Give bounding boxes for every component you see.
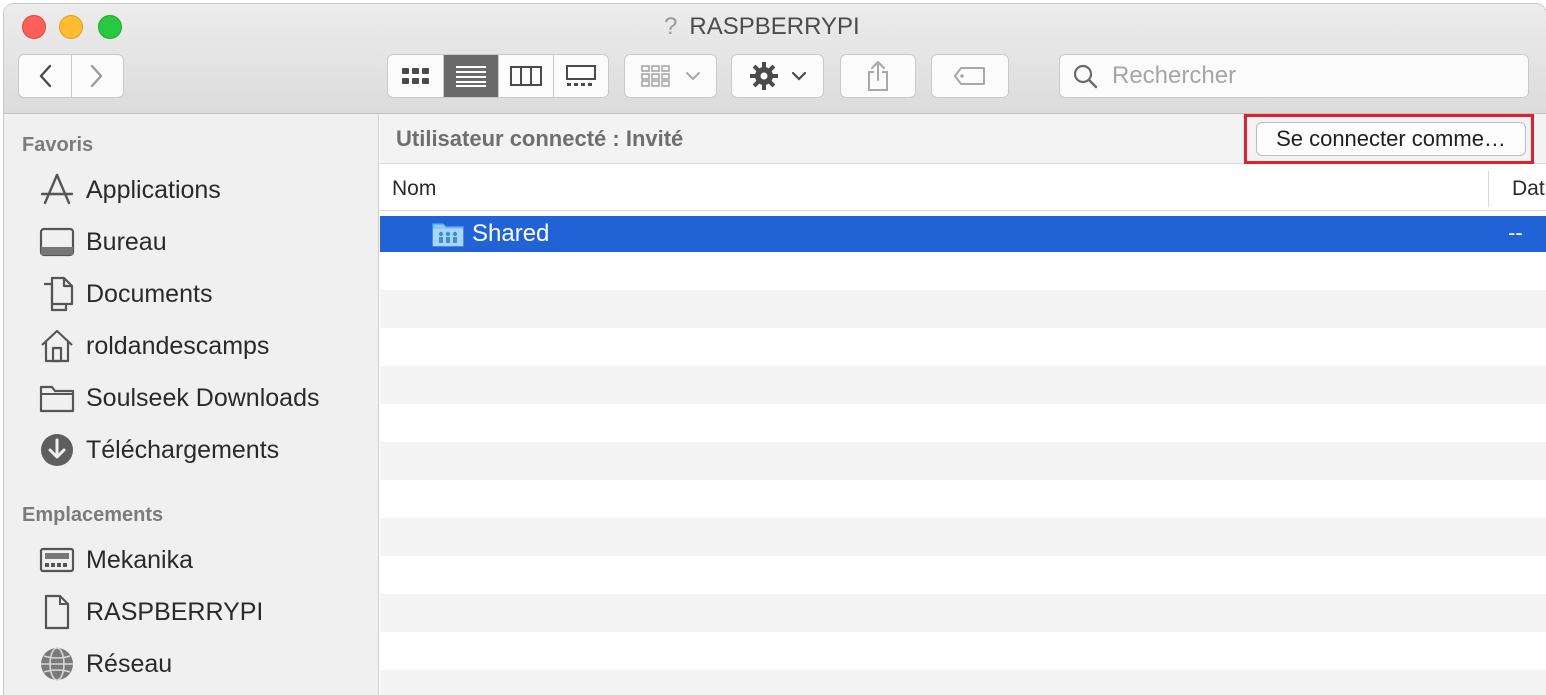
file-row-shared[interactable]: Shared -- [380, 216, 1546, 252]
chevron-down-icon [791, 71, 806, 81]
unknown-server-icon: ? [664, 13, 678, 40]
network-icon [38, 645, 76, 683]
search-field[interactable] [1059, 54, 1529, 98]
column-view-button[interactable] [498, 55, 553, 97]
view-mode-segmented-control [387, 54, 609, 98]
file-date: -- [1508, 220, 1523, 245]
gallery-view-icon [566, 65, 596, 86]
share-button[interactable] [840, 54, 916, 98]
folder-icon [38, 379, 76, 417]
navigation-buttons [18, 54, 124, 98]
empty-row [380, 670, 1546, 695]
titlebar: ? RASPBERRYPI [4, 4, 1546, 114]
sidebar: Favoris Applications Bureau Documents ro… [4, 114, 379, 695]
file-browser: Utilisateur connecté : Invité Se connect… [380, 114, 1546, 695]
applications-icon [38, 171, 76, 209]
empty-row [380, 518, 1546, 556]
window-title: ? RASPBERRYPI [664, 12, 860, 42]
icon-view-button[interactable] [388, 55, 443, 97]
desktop-icon [38, 223, 76, 261]
sidebar-item-documents[interactable]: Documents [38, 274, 368, 314]
gallery-view-button[interactable] [553, 55, 608, 97]
computer-icon [38, 541, 76, 579]
sidebar-item-home[interactable]: roldandescamps [38, 326, 368, 366]
sidebar-header-locations: Emplacements [22, 504, 164, 526]
sidebar-item-soulseek-downloads[interactable]: Soulseek Downloads [38, 378, 368, 418]
tag-button[interactable] [931, 54, 1009, 98]
back-button[interactable] [19, 55, 71, 97]
group-by-button[interactable] [624, 54, 717, 98]
share-icon [868, 61, 888, 91]
zoom-window-button[interactable] [98, 15, 122, 39]
sidebar-item-label: roldandescamps [86, 331, 270, 360]
chevron-right-icon [91, 64, 103, 88]
empty-row [380, 328, 1546, 366]
sidebar-header-favorites: Favoris [22, 134, 94, 156]
empty-row [380, 252, 1546, 290]
search-icon [1073, 64, 1098, 89]
file-name: Shared [472, 220, 550, 247]
home-icon [38, 327, 76, 365]
empty-row [380, 594, 1546, 632]
column-header-date[interactable]: Dat [1512, 177, 1545, 201]
shared-folder-icon [432, 221, 464, 252]
gear-icon [749, 62, 778, 90]
window-title-text: RASPBERRYPI [689, 13, 860, 40]
connection-bar: Utilisateur connecté : Invité Se connect… [380, 114, 1546, 164]
sidebar-item-raspberrypi[interactable]: RASPBERRYPI [38, 592, 368, 632]
sidebar-item-label: Soulseek Downloads [86, 383, 320, 412]
sidebar-item-label: RASPBERRYPI [86, 597, 264, 626]
documents-icon [38, 275, 76, 313]
sidebar-item-label: Mekanika [86, 545, 193, 574]
file-list: Shared -- [380, 212, 1546, 695]
sidebar-item-telechargements[interactable]: Téléchargements [38, 430, 368, 470]
empty-row [380, 480, 1546, 518]
chevron-left-icon [39, 64, 52, 88]
sidebar-item-label: Bureau [86, 227, 167, 256]
empty-row [380, 556, 1546, 594]
list-view-button[interactable] [443, 55, 498, 97]
column-header: Nom Dat [380, 165, 1546, 211]
column-separator[interactable] [1488, 171, 1489, 207]
connected-user-label: Utilisateur connecté : Invité [396, 126, 684, 151]
empty-row [380, 366, 1546, 404]
minimize-window-button[interactable] [59, 15, 83, 39]
sidebar-item-bureau[interactable]: Bureau [38, 222, 368, 262]
sidebar-item-mekanika[interactable]: Mekanika [38, 540, 368, 580]
action-menu-button[interactable] [731, 54, 824, 98]
finder-window: ? RASPBERRYPI Rechercher Favoris Applica… [4, 4, 1546, 695]
downloads-icon [38, 431, 76, 469]
sidebar-item-applications[interactable]: Applications [38, 170, 368, 210]
icon-grid-icon [401, 68, 429, 84]
tag-icon [954, 67, 985, 85]
sidebar-item-reseau[interactable]: Réseau [38, 644, 368, 684]
forward-button[interactable] [70, 55, 123, 97]
sidebar-item-label: Réseau [86, 649, 173, 678]
column-view-icon [510, 66, 542, 86]
list-view-icon [456, 66, 486, 87]
empty-row [380, 632, 1546, 670]
search-input[interactable] [1112, 62, 1512, 90]
close-window-button[interactable] [22, 15, 46, 39]
empty-row [380, 290, 1546, 328]
sidebar-item-label: Applications [86, 175, 221, 204]
sidebar-item-label: Documents [86, 279, 213, 308]
group-grid-icon [640, 65, 670, 87]
chevron-down-icon [685, 72, 700, 81]
column-header-name[interactable]: Nom [392, 177, 436, 201]
server-document-icon [38, 593, 76, 631]
empty-row [380, 442, 1546, 480]
sidebar-item-label: Téléchargements [86, 435, 280, 464]
empty-row [380, 404, 1546, 442]
highlight-box [1244, 114, 1534, 164]
